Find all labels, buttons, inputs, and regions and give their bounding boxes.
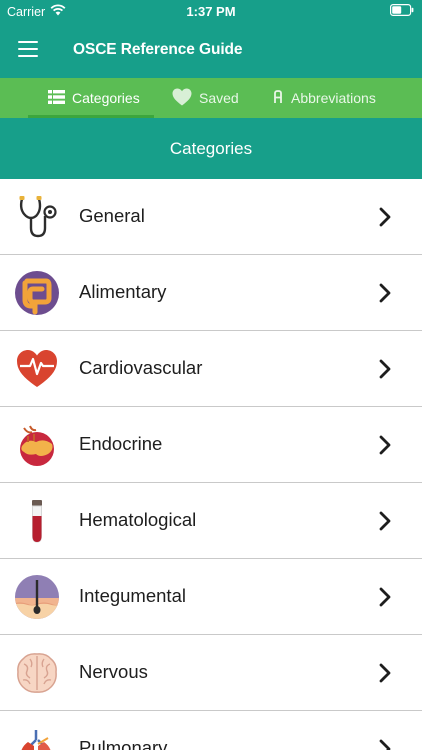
list-item[interactable]: Endocrine — [0, 407, 422, 483]
chevron-right-icon — [378, 283, 392, 303]
navigation-bar: OSCE Reference Guide — [0, 22, 422, 78]
lungs-icon — [14, 726, 60, 750]
status-bar: Carrier 1:37 PM — [0, 0, 422, 22]
category-list: General Alimentary Cardiovascular Endocr… — [0, 179, 422, 750]
list-item[interactable]: Alimentary — [0, 255, 422, 331]
list-icon — [48, 89, 65, 107]
battery-icon — [390, 4, 414, 19]
skin-hair-icon — [14, 574, 60, 620]
stethoscope-icon — [14, 194, 60, 240]
status-time: 1:37 PM — [186, 4, 236, 19]
brain-icon — [14, 650, 60, 696]
chevron-right-icon — [378, 511, 392, 531]
list-item[interactable]: Integumental — [0, 559, 422, 635]
list-item[interactable]: Hematological — [0, 483, 422, 559]
tab-saved[interactable]: Saved — [172, 78, 239, 118]
active-tab-indicator — [28, 115, 154, 118]
hamburger-menu-icon[interactable] — [18, 41, 38, 58]
list-item[interactable]: Pulmonary — [0, 711, 422, 750]
list-item-label: General — [79, 205, 145, 226]
tab-categories-label: Categories — [72, 90, 140, 106]
chevron-right-icon — [378, 207, 392, 227]
intestine-icon — [14, 270, 60, 316]
list-item-label: Integumental — [79, 585, 186, 606]
chevron-right-icon — [378, 663, 392, 683]
tab-bar: Categories Saved Abbreviations — [0, 78, 422, 118]
list-item-label: Cardiovascular — [79, 357, 203, 378]
heart-pulse-icon — [14, 346, 60, 392]
list-item[interactable]: General — [0, 179, 422, 255]
chevron-right-icon — [378, 587, 392, 607]
nav-title: OSCE Reference Guide — [73, 41, 243, 58]
tab-categories[interactable]: Categories — [48, 78, 140, 118]
list-item-label: Pulmonary — [79, 737, 168, 750]
blood-tube-icon — [14, 498, 60, 544]
heart-icon — [172, 88, 192, 109]
section-title: Categories — [169, 138, 253, 158]
list-item-label: Nervous — [79, 661, 148, 682]
list-item-label: Endocrine — [79, 433, 163, 454]
chevron-right-icon — [378, 359, 392, 379]
list-item-label: Hematological — [79, 509, 197, 530]
list-item-label: Alimentary — [79, 281, 167, 302]
list-item[interactable]: Nervous — [0, 635, 422, 711]
tab-abbreviations-label: Abbreviations — [291, 90, 376, 106]
app-screen: Carrier 1:37 PM OSCE Reference Guide Cat… — [0, 0, 422, 750]
chevron-right-icon — [378, 435, 392, 455]
list-item[interactable]: Cardiovascular — [0, 331, 422, 407]
gland-icon — [14, 422, 60, 468]
section-header: Categories — [0, 118, 422, 179]
tab-abbreviations[interactable]: Abbreviations — [272, 78, 376, 118]
tab-saved-label: Saved — [199, 90, 239, 106]
chevron-right-icon — [378, 739, 392, 750]
abbreviation-icon — [272, 89, 284, 107]
